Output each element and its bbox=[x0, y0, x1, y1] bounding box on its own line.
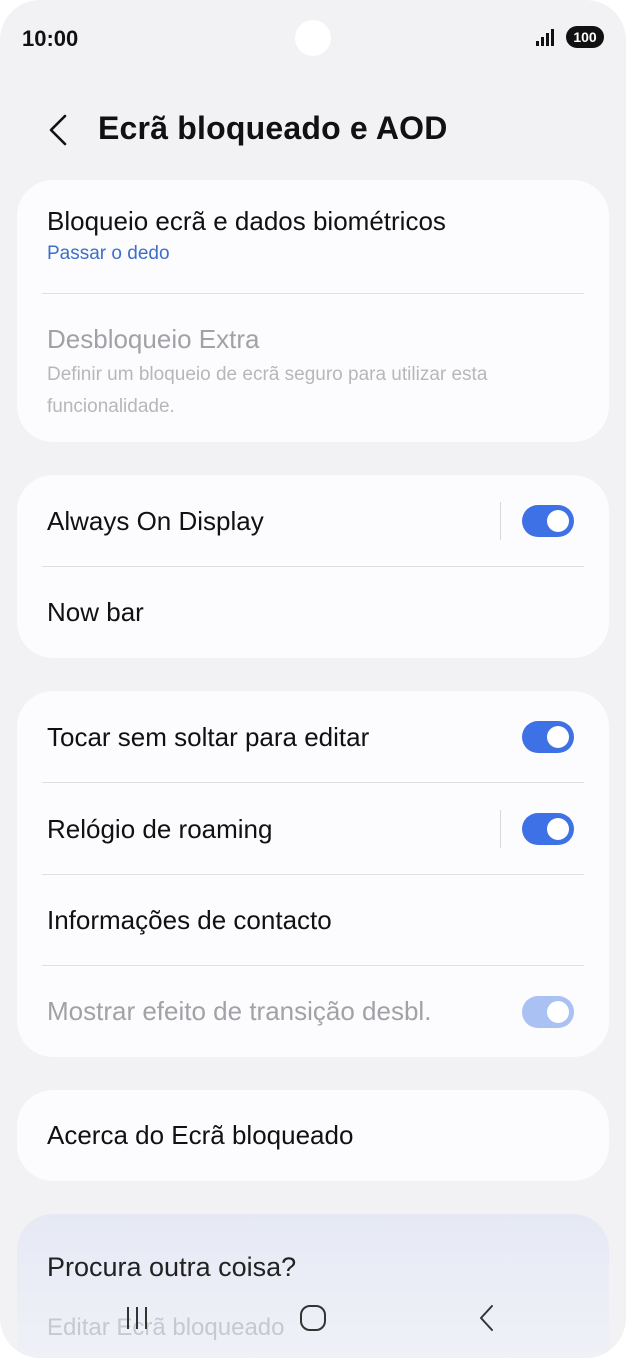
about-lock-screen-title: Acerca do Ecrã bloqueado bbox=[47, 1120, 354, 1150]
recents-icon bbox=[127, 1307, 147, 1329]
extra-unlock-description: Definir um bloqueio de ecrã seguro para … bbox=[47, 364, 488, 417]
about-card: Acerca do Ecrã bloqueado bbox=[17, 1090, 609, 1181]
search-suggestions-title: Procura outra coisa? bbox=[47, 1252, 297, 1282]
touch-hold-edit-item[interactable]: Tocar sem soltar para editar bbox=[17, 691, 609, 783]
transition-effect-item: Mostrar efeito de transição desbl. bbox=[17, 966, 609, 1057]
vertical-separator bbox=[500, 502, 501, 540]
options-card: Tocar sem soltar para editar Relógio de … bbox=[17, 691, 609, 1057]
extra-unlock-title: Desbloqueio Extra bbox=[47, 324, 260, 354]
back-button[interactable] bbox=[36, 108, 80, 152]
signal-bars-icon bbox=[536, 29, 554, 46]
now-bar-item[interactable]: Now bar bbox=[17, 567, 609, 658]
about-lock-screen-item[interactable]: Acerca do Ecrã bloqueado bbox=[17, 1090, 609, 1181]
phone-screen: 10:00 100 Ecrã bloqueado e AOD Bloqueio … bbox=[0, 0, 626, 1358]
back-icon bbox=[480, 1305, 493, 1331]
contact-info-title: Informações de contacto bbox=[47, 905, 332, 935]
lock-screen-type-title: Bloqueio ecrã e dados biométricos bbox=[47, 206, 446, 236]
status-bar: 10:00 100 bbox=[0, 0, 626, 80]
roaming-clock-item[interactable]: Relógio de roaming bbox=[17, 783, 609, 875]
home-icon bbox=[300, 1305, 326, 1331]
touch-hold-edit-title: Tocar sem soltar para editar bbox=[47, 722, 370, 752]
navigation-bar bbox=[0, 1286, 626, 1358]
nav-back-button[interactable] bbox=[462, 1298, 512, 1338]
always-on-display-toggle[interactable] bbox=[522, 505, 574, 537]
transition-effect-title: Mostrar efeito de transição desbl. bbox=[47, 996, 432, 1026]
transition-effect-toggle bbox=[522, 995, 574, 1028]
security-card: Bloqueio ecrã e dados biométricos Passar… bbox=[17, 180, 609, 442]
roaming-clock-toggle[interactable] bbox=[522, 813, 574, 845]
chevron-left-icon bbox=[49, 114, 67, 146]
vertical-separator bbox=[500, 810, 501, 848]
now-bar-title: Now bar bbox=[47, 597, 144, 627]
page-title: Ecrã bloqueado e AOD bbox=[98, 110, 448, 146]
touch-hold-edit-toggle[interactable] bbox=[522, 721, 574, 753]
page-header: Ecrã bloqueado e AOD bbox=[0, 100, 626, 160]
display-card: Always On Display Now bar bbox=[17, 475, 609, 658]
extra-unlock-item: Desbloqueio Extra Definir um bloqueio de… bbox=[17, 294, 609, 442]
home-button[interactable] bbox=[288, 1298, 338, 1338]
lock-screen-type-value: Passar o dedo bbox=[47, 243, 170, 264]
lock-screen-type-item[interactable]: Bloqueio ecrã e dados biométricos Passar… bbox=[17, 180, 609, 294]
contact-info-item[interactable]: Informações de contacto bbox=[17, 875, 609, 966]
recents-button[interactable] bbox=[112, 1298, 162, 1338]
front-camera bbox=[295, 20, 331, 56]
status-time: 10:00 bbox=[22, 26, 79, 51]
battery-indicator: 100 bbox=[566, 26, 604, 48]
always-on-display-item[interactable]: Always On Display bbox=[17, 475, 609, 567]
